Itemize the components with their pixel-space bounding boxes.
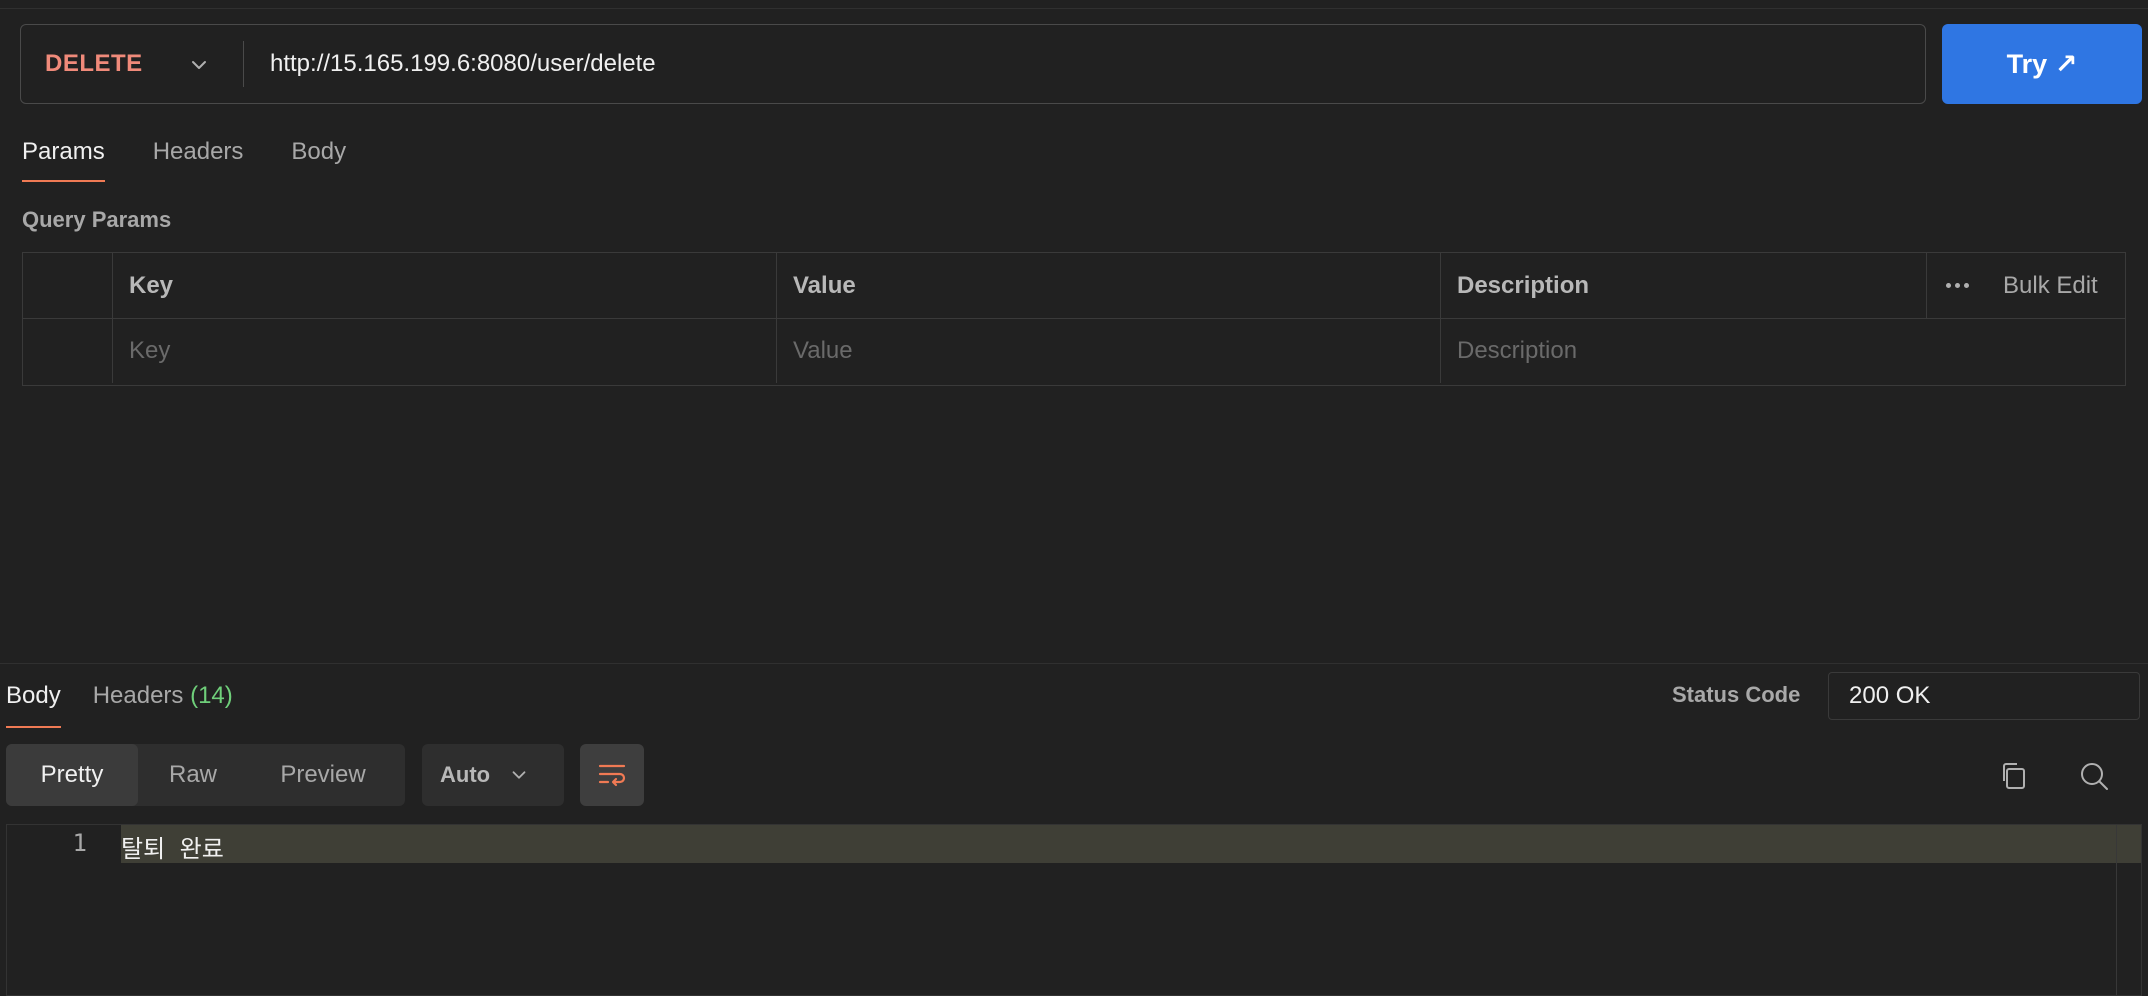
query-params-title: Query Params <box>22 207 172 232</box>
copy-icon <box>2003 763 2025 789</box>
copy-button[interactable] <box>1996 758 2032 794</box>
header-check-cell <box>23 253 113 318</box>
response-tabs: Body Headers (14) <box>6 682 233 728</box>
key-placeholder: Key <box>129 336 171 364</box>
status-code-value: 200 OK <box>1828 672 2140 720</box>
view-pretty-button[interactable]: Pretty <box>6 744 138 806</box>
value-placeholder: Value <box>793 336 853 364</box>
view-preview-button[interactable]: Preview <box>248 744 398 806</box>
tab-body[interactable]: Body <box>291 138 346 182</box>
response-headers-count: (14) <box>190 682 233 709</box>
divider <box>0 8 2148 9</box>
tab-response-headers[interactable]: Headers (14) <box>93 682 233 728</box>
search-button[interactable] <box>2076 758 2112 794</box>
description-placeholder: Description <box>1457 336 1578 364</box>
value-input[interactable]: Value <box>777 318 1441 383</box>
description-input[interactable]: Description <box>1441 318 2125 383</box>
url-input[interactable]: http://15.165.199.6:8080/user/delete <box>244 50 656 78</box>
header-value: Value <box>777 253 1441 318</box>
header-key: Key <box>113 253 777 318</box>
line-number: 1 <box>72 829 87 857</box>
chevron-down-icon <box>512 771 526 779</box>
more-horizontal-icon[interactable] <box>1937 274 1977 298</box>
response-body-editor[interactable]: 1 탈퇴 완료 <box>6 824 2142 996</box>
table-row: Key Value Description <box>23 318 2125 383</box>
query-params-table: Key Value Description Bulk Edit Key Valu… <box>22 252 2126 386</box>
try-button[interactable]: Try ↗ <box>1942 24 2142 104</box>
bulk-edit-button[interactable]: Bulk Edit <box>2003 272 2098 300</box>
chevron-down-icon <box>192 61 206 69</box>
editor-scrollbar[interactable] <box>2116 825 2117 995</box>
key-input[interactable]: Key <box>113 318 777 383</box>
header-key-label: Key <box>129 271 174 299</box>
tab-params[interactable]: Params <box>22 138 105 182</box>
wrap-lines-icon <box>598 764 626 787</box>
table-header-row: Key Value Description Bulk Edit <box>23 253 2125 319</box>
response-divider <box>0 663 2148 664</box>
response-headers-label: Headers <box>92 682 184 709</box>
header-description: Description <box>1441 253 1927 318</box>
row-check-cell <box>23 318 113 383</box>
view-mode-toggle: Pretty Raw Preview <box>6 744 405 806</box>
code-line: 탈퇴 완료 <box>121 835 224 863</box>
header-actions: Bulk Edit <box>1927 253 2125 318</box>
format-select[interactable]: Auto <box>422 744 564 806</box>
method-select[interactable]: DELETE <box>21 25 243 103</box>
view-raw-button[interactable]: Raw <box>138 744 248 806</box>
method-label: DELETE <box>45 50 143 77</box>
search-icon <box>2081 763 2108 790</box>
wrap-lines-button[interactable] <box>580 744 644 806</box>
current-line-highlight <box>121 825 2141 863</box>
tab-response-body[interactable]: Body <box>6 682 61 728</box>
api-client: DELETE http://15.165.199.6:8080/user/del… <box>0 0 2148 996</box>
request-tabs: Params Headers Body <box>22 138 346 182</box>
header-description-label: Description <box>1457 271 1590 299</box>
header-value-label: Value <box>793 271 856 299</box>
status-code-label: Status Code <box>1672 682 1801 707</box>
format-label: Auto <box>440 762 491 787</box>
request-bar: DELETE http://15.165.199.6:8080/user/del… <box>20 24 1926 104</box>
tab-headers[interactable]: Headers <box>153 138 244 182</box>
